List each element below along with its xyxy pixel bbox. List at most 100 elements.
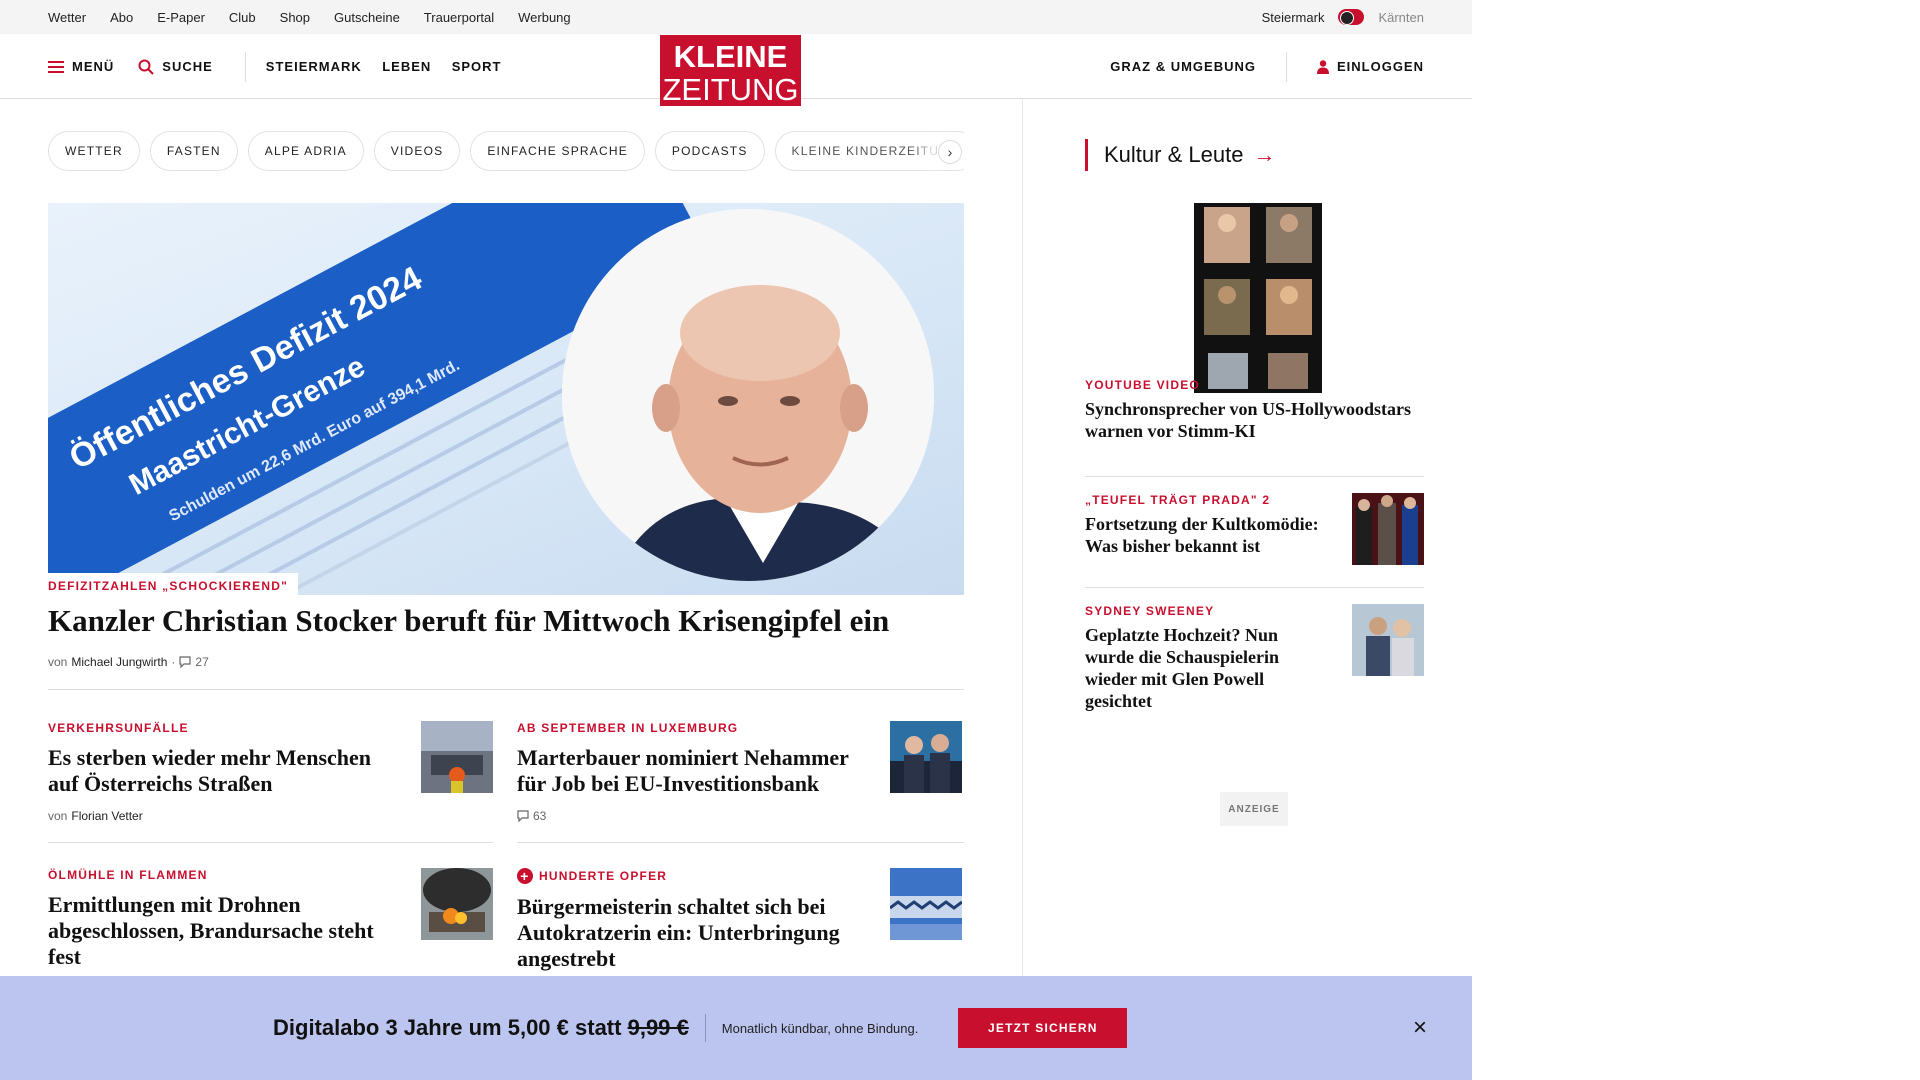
- search-button[interactable]: SUCHE: [138, 59, 213, 75]
- header-divider: [244, 51, 246, 82]
- chip-kinderzeitung[interactable]: KLEINE KINDERZEITUNG: [774, 131, 964, 171]
- search-icon: [138, 59, 154, 75]
- article-headline[interactable]: Fortsetzung der Kultkomödie: Was bisher …: [1085, 513, 1340, 557]
- chip-alpe-adria[interactable]: ALPE ADRIA: [247, 131, 364, 171]
- comment-count[interactable]: 27: [195, 655, 208, 669]
- portrait-circle: [562, 209, 934, 581]
- nav-steiermark[interactable]: STEIERMARK: [266, 59, 362, 74]
- hero-image[interactable]: Öffentliches Defizit 2024 Maastricht-Gre…: [48, 203, 964, 595]
- hero-kicker: DEFIZITZAHLEN „SCHOCKIEREND": [48, 573, 298, 597]
- chips-scroll-right-icon[interactable]: ›: [938, 140, 962, 164]
- section-title[interactable]: Kultur & Leute →: [1085, 139, 1275, 171]
- divider: [1085, 587, 1424, 588]
- byline-dot: ·: [171, 655, 176, 669]
- menu-label: MENÜ: [72, 59, 115, 74]
- login-button[interactable]: EINLOGGEN: [1316, 59, 1424, 74]
- header-nav: STEIERMARK LEBEN SPORT: [266, 58, 518, 76]
- article-teaser[interactable]: + HUNDERTE OPFER Bürgermeisterin schalte…: [517, 868, 962, 972]
- article-thumbnail[interactable]: [421, 868, 493, 940]
- utility-links: Wetter Abo E-Paper Club Shop Gutscheine …: [48, 0, 595, 34]
- divider: [48, 842, 493, 843]
- hamburger-icon: [48, 60, 64, 73]
- comment-count[interactable]: 63: [533, 809, 546, 823]
- comment-icon: [179, 656, 192, 668]
- article-headline[interactable]: Synchronsprecher von US-Hollywoodstars w…: [1085, 398, 1424, 442]
- hero-illustration: Öffentliches Defizit 2024 Maastricht-Gre…: [48, 203, 934, 595]
- utility-link-club[interactable]: Club: [229, 10, 256, 25]
- plus-icon: +: [517, 868, 533, 884]
- promo-cta-button[interactable]: JETZT SICHERN: [958, 1008, 1128, 1048]
- header-divider-right: [1285, 51, 1287, 82]
- article-thumbnail[interactable]: [1352, 493, 1424, 565]
- article-teaser[interactable]: ÖLMÜHLE IN FLAMMEN Ermittlungen mit Droh…: [48, 868, 493, 970]
- utility-link-shop[interactable]: Shop: [280, 10, 310, 25]
- promo-divider: [704, 1014, 706, 1042]
- article-thumbnail[interactable]: [421, 721, 493, 793]
- region-kaernten[interactable]: Kärnten: [1378, 10, 1424, 25]
- byline-prefix: von: [48, 655, 68, 669]
- chip-einfache-sprache[interactable]: EINFACHE SPRACHE: [470, 131, 645, 171]
- logo-line2: ZEITUNG: [662, 72, 799, 107]
- sidebar-article[interactable]: „TEUFEL TRÄGT PRADA" 2 Fortsetzung der K…: [1085, 493, 1424, 565]
- section-title-text: Kultur & Leute: [1104, 142, 1244, 167]
- nav-sport[interactable]: SPORT: [452, 59, 502, 74]
- promo-subtext: Monatlich kündbar, ohne Bindung.: [721, 1020, 919, 1036]
- search-label: SUCHE: [162, 59, 213, 74]
- divider: [517, 842, 964, 843]
- site-logo[interactable]: KLEINE ZEITUNG: [660, 35, 801, 106]
- article-thumbnail[interactable]: [890, 868, 962, 940]
- promo-headline: Digitalabo 3 Jahre um 5,00 € statt 9,99 …: [273, 1015, 689, 1041]
- close-icon[interactable]: ×: [1408, 1016, 1432, 1040]
- divider: [48, 689, 964, 690]
- hero-byline: von Michael Jungwirth · 27: [48, 655, 209, 669]
- topic-chips: WETTER FASTEN ALPE ADRIA VIDEOS EINFACHE…: [48, 131, 964, 171]
- login-label: EINLOGGEN: [1336, 59, 1424, 74]
- article-teaser[interactable]: VERKEHRSUNFÄLLE Es sterben wieder mehr M…: [48, 721, 493, 823]
- article-byline: 63: [517, 809, 962, 823]
- local-edition-link[interactable]: GRAZ & UMGEBUNG: [1110, 59, 1256, 74]
- video-thumbnail[interactable]: [1194, 203, 1322, 393]
- arrow-right-icon: →: [1253, 142, 1276, 167]
- byline-author[interactable]: Florian Vetter: [71, 809, 142, 823]
- utility-link-abo[interactable]: Abo: [110, 10, 133, 25]
- article-headline[interactable]: Es sterben wieder mehr Menschen auf Öste…: [48, 745, 398, 797]
- utility-link-trauerportal[interactable]: Trauerportal: [424, 10, 494, 25]
- utility-link-gutscheine[interactable]: Gutscheine: [334, 10, 400, 25]
- byline-author[interactable]: Michael Jungwirth: [71, 655, 167, 669]
- article-headline[interactable]: Marterbauer nominiert Nehammer für Job b…: [517, 745, 867, 797]
- article-thumbnail[interactable]: [890, 721, 962, 793]
- utility-link-epaper[interactable]: E-Paper: [157, 10, 205, 25]
- article-byline: von Florian Vetter: [48, 809, 493, 823]
- header-left: MENÜ SUCHE STEIERMARK LEBEN SPORT: [48, 34, 518, 99]
- nav-leben[interactable]: LEBEN: [382, 59, 431, 74]
- divider: [1085, 476, 1424, 477]
- user-icon: [1316, 59, 1329, 74]
- article-thumbnail[interactable]: [1352, 604, 1424, 676]
- promo-content: Digitalabo 3 Jahre um 5,00 € statt 9,99 …: [273, 1008, 1128, 1048]
- article-headline[interactable]: Geplatzte Hochzeit? Nun wurde die Schaus…: [1085, 624, 1315, 712]
- region-steiermark[interactable]: Steiermark: [1262, 10, 1325, 25]
- article-headline[interactable]: Ermittlungen mit Drohnen abgeschlossen, …: [48, 892, 398, 970]
- chip-fasten[interactable]: FASTEN: [149, 131, 238, 171]
- header-right: GRAZ & UMGEBUNG EINLOGGEN: [1110, 34, 1424, 99]
- promo-old-price: 9,99 €: [627, 1015, 689, 1040]
- sidebar-article[interactable]: SYDNEY SWEENEY Geplatzte Hochzeit? Nun w…: [1085, 604, 1424, 712]
- column-divider: [1022, 99, 1023, 979]
- main-header: MENÜ SUCHE STEIERMARK LEBEN SPORT KLEINE…: [0, 34, 1472, 106]
- page: Wetter Abo E-Paper Club Shop Gutscheine …: [0, 0, 1472, 1080]
- utility-link-wetter[interactable]: Wetter: [48, 10, 86, 25]
- chip-podcasts[interactable]: PODCASTS: [654, 131, 765, 171]
- menu-button[interactable]: MENÜ: [48, 59, 114, 74]
- comment-icon: [517, 810, 529, 822]
- hero-headline[interactable]: Kanzler Christian Stocker beruft für Mit…: [48, 603, 889, 639]
- promo-text-main: Digitalabo 3 Jahre um 5,00 € statt: [273, 1015, 622, 1040]
- article-headline[interactable]: Bürgermeisterin schaltet sich bei Autokr…: [517, 894, 867, 972]
- sidebar-article[interactable]: YOUTUBE VIDEO Synchronsprecher von US-Ho…: [1085, 378, 1424, 442]
- article-teaser[interactable]: AB SEPTEMBER IN LUXEMBURG Marterbauer no…: [517, 721, 962, 823]
- chip-videos[interactable]: VIDEOS: [373, 131, 461, 171]
- region-toggle[interactable]: [1338, 9, 1365, 25]
- chip-wetter[interactable]: WETTER: [48, 131, 140, 171]
- logo-line1: KLEINE: [673, 39, 788, 74]
- utility-bar: Wetter Abo E-Paper Club Shop Gutscheine …: [0, 0, 1472, 34]
- utility-link-werbung[interactable]: Werbung: [518, 10, 571, 25]
